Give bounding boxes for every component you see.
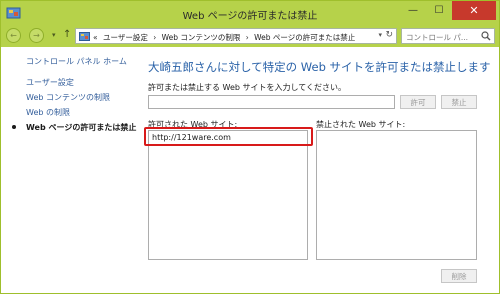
back-arrow-icon: ← [10, 31, 17, 40]
breadcrumb-item[interactable]: Web ページの許可または禁止 [254, 33, 355, 42]
breadcrumb-item[interactable]: ユーザー設定 [103, 33, 148, 42]
control-panel-icon [79, 32, 90, 41]
close-button[interactable]: ✕ [452, 1, 496, 20]
search-icon [481, 31, 491, 41]
breadcrumb-separator[interactable]: › [153, 33, 156, 42]
recent-pages-dropdown-icon[interactable]: ▾ [52, 31, 56, 39]
back-button[interactable]: ← [6, 28, 21, 43]
maximize-button[interactable]: ☐ [426, 1, 452, 20]
sidebar-item-allow-block-web-pages[interactable]: Web ページの許可または禁止 [26, 122, 136, 133]
page-title: 大崎五郎さんに対して特定の Web サイトを許可または禁止します [148, 60, 491, 74]
delete-button[interactable]: 削除 [441, 269, 477, 283]
breadcrumb-overflow[interactable]: « [93, 33, 98, 42]
breadcrumb-item[interactable]: Web コンテンツの制限 [162, 33, 241, 42]
breadcrumb-separator[interactable]: › [246, 33, 249, 42]
highlight-box [144, 127, 313, 146]
sidebar-item-user-settings[interactable]: ユーザー設定 [26, 77, 74, 88]
sidebar-item-web-restriction[interactable]: Web の制限 [26, 107, 70, 118]
site-url-input[interactable] [148, 95, 395, 109]
site-input-label: 許可または禁止する Web サイトを入力してください。 [148, 83, 347, 92]
active-item-bullet [12, 125, 16, 129]
refresh-icon[interactable]: ↻ [385, 30, 393, 40]
search-placeholder: コントロール パ... [406, 33, 469, 42]
sidebar-item-web-content-restriction[interactable]: Web コンテンツの制限 [26, 92, 110, 103]
control-panel-home-link[interactable]: コントロール パネル ホーム [26, 56, 127, 67]
search-input[interactable]: コントロール パ... [401, 28, 495, 44]
content-area: コントロール パネル ホーム ユーザー設定 Web コンテンツの制限 Web の… [1, 47, 499, 293]
title-bar: Web ページの許可または禁止 — ☐ ✕ [1, 1, 499, 26]
minimize-button[interactable]: — [400, 1, 426, 20]
navigation-bar: ← → ▾ ↑ « ユーザー設定 › Web コンテンツの制限 › Web ペー… [1, 26, 499, 47]
up-button[interactable]: ↑ [63, 29, 71, 40]
left-navigation: コントロール パネル ホーム ユーザー設定 Web コンテンツの制限 Web の… [1, 47, 137, 293]
forward-arrow-icon: → [33, 31, 40, 40]
blocked-sites-label: 禁止された Web サイト: [316, 120, 406, 129]
address-dropdown-icon[interactable]: ▾ [378, 31, 382, 39]
allow-button[interactable]: 許可 [400, 95, 436, 109]
forward-button[interactable]: → [29, 28, 44, 43]
block-button[interactable]: 禁止 [441, 95, 477, 109]
allowed-sites-list[interactable]: http://121ware.com [148, 130, 308, 260]
window: Web ページの許可または禁止 — ☐ ✕ ← → ▾ ↑ « ユーザー設定 › [0, 0, 500, 294]
window-controls: — ☐ ✕ [400, 1, 496, 21]
blocked-sites-list[interactable] [316, 130, 477, 260]
address-bar[interactable]: « ユーザー設定 › Web コンテンツの制限 › Web ページの許可または禁… [75, 28, 397, 44]
breadcrumb: « ユーザー設定 › Web コンテンツの制限 › Web ページの許可または禁… [93, 32, 358, 43]
